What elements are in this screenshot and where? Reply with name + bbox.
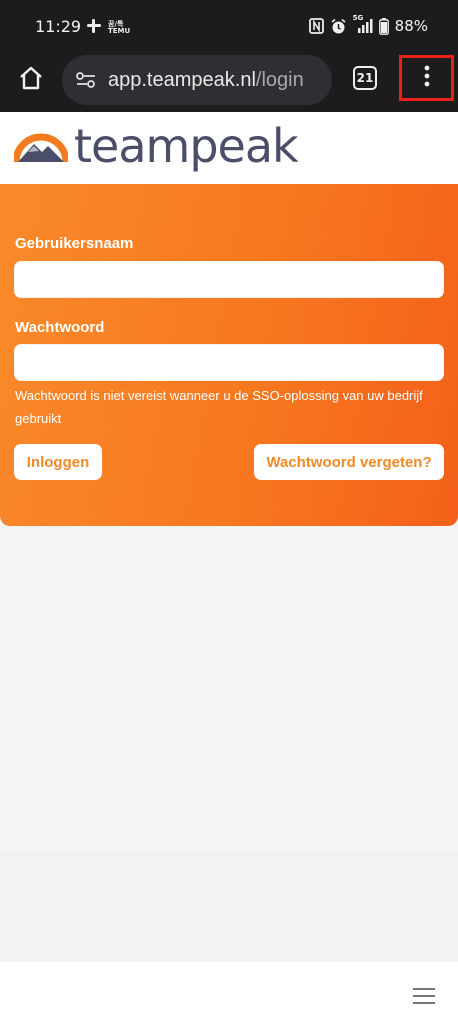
password-label: Wachtwoord [15,319,105,336]
mountain-logo-icon [12,120,70,171]
site-settings-icon[interactable] [72,66,100,94]
url-host: app.teampeak.nl [108,68,256,91]
address-bar[interactable]: app.teampeak.nl/login [62,55,332,105]
page-footer-area [0,852,458,962]
signal-icon: 5G [353,14,373,34]
home-icon [18,66,44,95]
teampeak-logo[interactable]: teampeak [12,118,299,173]
browser-toolbar: app.teampeak.nl/login 21 [0,52,458,112]
status-time: 11:29 [35,17,82,36]
url-path: /login [255,68,304,91]
bottom-bar [0,962,458,1024]
battery-percent: 88% [394,17,428,35]
forgot-password-button[interactable]: Wachtwoord vergeten? [254,444,444,480]
system-status: 5G 88% [308,14,428,35]
password-input[interactable] [14,344,444,381]
status-bar: 11:29 꿈/특 TEMU 5G 88% [0,0,458,52]
tab-switcher-button[interactable]: 21 [353,66,377,90]
login-form: Gebruikersnaam Wachtwoord Wachtwoord is … [0,184,458,526]
sso-hint: Wachtwoord is niet vereist wanneer u de … [15,388,423,426]
tab-count: 21 [356,71,374,85]
slack-icon [86,18,102,38]
notification-icons: 꿈/특 TEMU [86,18,130,38]
site-header: teampeak [0,112,458,184]
hamburger-icon[interactable] [413,988,435,1004]
nfc-icon [308,18,324,34]
login-button[interactable]: Inloggen [14,444,102,480]
alarm-icon [330,18,347,35]
logo-wordmark: teampeak [74,118,299,173]
username-label: Gebruikersnaam [15,235,134,252]
battery-icon [378,17,389,35]
browser-menu-button[interactable] [399,55,454,101]
more-vert-icon [424,65,430,92]
temu-icon: 꿈/특 TEMU [108,20,131,35]
url-text: app.teampeak.nl/login [108,69,304,92]
username-input[interactable] [14,261,444,298]
home-button[interactable] [14,63,48,97]
